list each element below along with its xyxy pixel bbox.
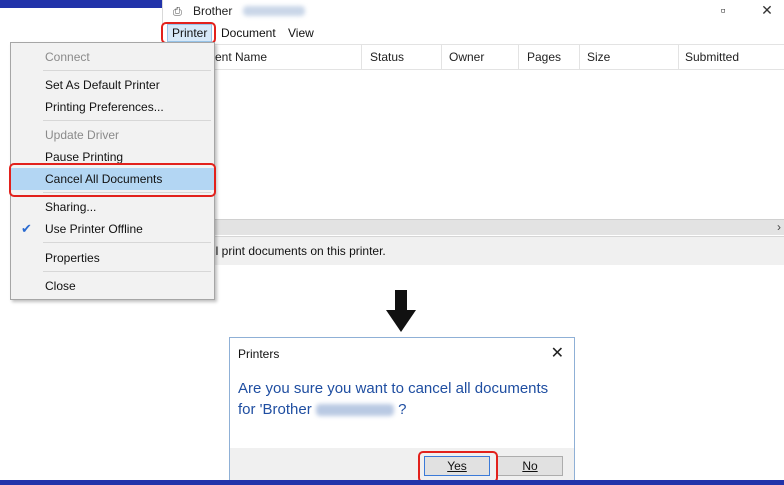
menu-item-label: Close xyxy=(45,279,76,293)
close-icon[interactable]: ✕ xyxy=(551,343,564,363)
check-icon: ✔ xyxy=(21,221,32,236)
menu-item-label: Connect xyxy=(45,50,90,64)
col-owner[interactable]: Owner xyxy=(449,50,484,64)
menu-item-label: Printing Preferences... xyxy=(45,100,164,114)
menu-divider xyxy=(43,242,211,243)
status-text: ll print documents on this printer. xyxy=(213,244,386,258)
col-size[interactable]: Size xyxy=(587,50,610,64)
menu-item-label: Sharing... xyxy=(45,200,97,214)
menu-view[interactable]: View xyxy=(288,26,314,40)
print-queue-window: ⎙ Brother ▫ ✕ Printer Document View ent … xyxy=(162,0,784,266)
menu-item-connect[interactable]: Connect xyxy=(11,46,214,68)
maximize-icon[interactable]: ▫ xyxy=(709,2,737,18)
menu-item-update-driver[interactable]: Update Driver xyxy=(11,124,214,146)
menu-item-label: Set As Default Printer xyxy=(45,78,160,92)
menu-item-sharing[interactable]: Sharing... xyxy=(11,196,214,218)
menu-item-set-default[interactable]: Set As Default Printer xyxy=(11,74,214,96)
menu-item-printing-preferences[interactable]: Printing Preferences... xyxy=(11,96,214,118)
column-header: ent Name Status Owner Pages Size Submitt… xyxy=(163,44,784,70)
dialog-footer: Yes No xyxy=(230,448,574,482)
menu-divider xyxy=(43,70,211,71)
title-bar: ⎙ Brother ▫ ✕ xyxy=(163,0,784,24)
col-pages[interactable]: Pages xyxy=(527,50,561,64)
no-button[interactable]: No xyxy=(497,456,563,476)
highlight-yes-button xyxy=(418,451,498,483)
printer-icon: ⎙ xyxy=(173,6,182,18)
menu-divider xyxy=(43,120,211,121)
highlight-cancel-all xyxy=(9,163,216,197)
col-status[interactable]: Status xyxy=(370,50,404,64)
confirm-dialog: Printers ✕ Are you sure you want to canc… xyxy=(229,337,575,483)
col-document-name[interactable]: ent Name xyxy=(215,50,267,64)
menu-document[interactable]: Document xyxy=(221,26,276,40)
status-bar: ll print documents on this printer. xyxy=(163,236,784,265)
menu-item-properties[interactable]: Properties xyxy=(11,247,214,269)
menu-item-label: Use Printer Offline xyxy=(45,222,143,236)
menu-item-label: Properties xyxy=(45,251,100,265)
message-line-2-suffix: ? xyxy=(398,401,407,418)
redacted-printer-model xyxy=(315,404,394,417)
menu-bar: Printer Document View xyxy=(163,24,784,43)
dialog-title: Printers xyxy=(238,347,280,361)
col-submitted[interactable]: Submitted xyxy=(685,50,739,64)
horizontal-scrollbar[interactable]: › xyxy=(163,219,784,235)
menu-item-close[interactable]: Close xyxy=(11,275,214,297)
window-title: Brother xyxy=(193,4,233,18)
message-line-1: Are you sure you want to cancel all docu… xyxy=(238,380,549,397)
menu-divider xyxy=(43,271,211,272)
dialog-message: Are you sure you want to cancel all docu… xyxy=(238,378,568,420)
bottom-accent-bar xyxy=(0,480,784,485)
close-window-icon[interactable]: ✕ xyxy=(753,2,781,19)
menu-item-label: Pause Printing xyxy=(45,150,124,164)
menu-item-use-printer-offline[interactable]: ✔ Use Printer Offline xyxy=(11,218,214,240)
arrow-down-icon xyxy=(386,290,416,332)
redacted-model xyxy=(243,6,305,16)
highlight-printer-menu xyxy=(161,22,216,44)
message-line-2-prefix: for 'Brother xyxy=(238,401,312,418)
menu-item-label: Update Driver xyxy=(45,128,120,142)
scroll-right-icon[interactable]: › xyxy=(777,220,781,234)
no-button-label: No xyxy=(522,459,538,473)
